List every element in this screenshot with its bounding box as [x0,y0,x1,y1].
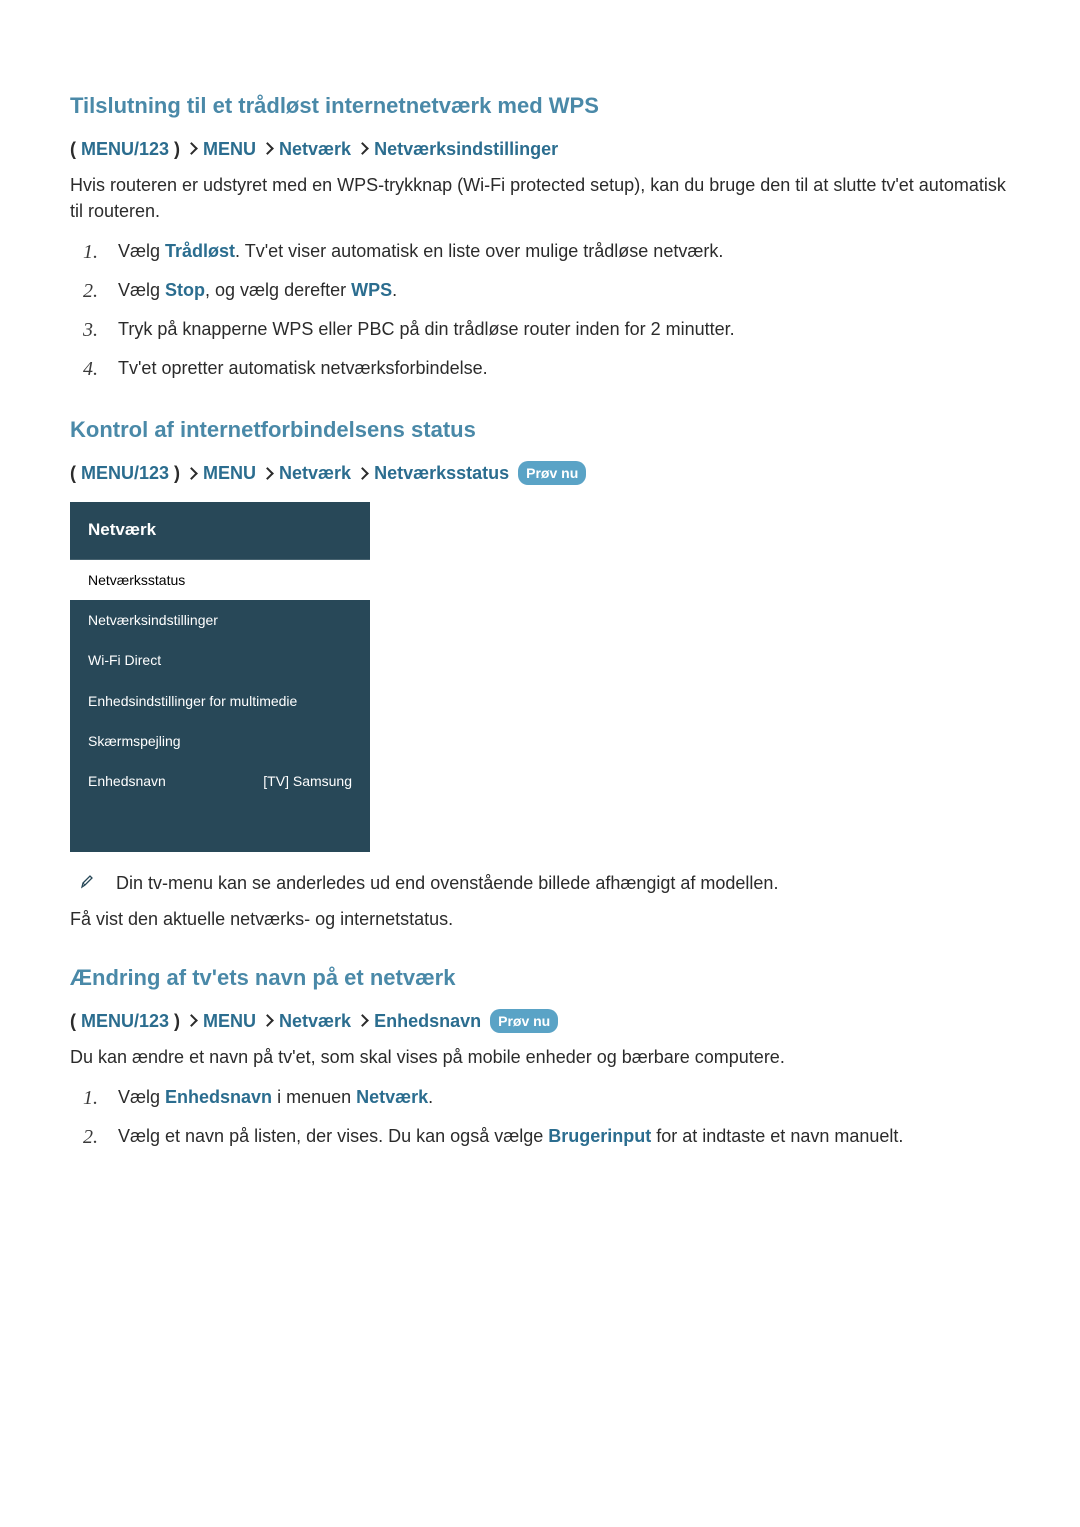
menu-item-value: [TV] Samsung [263,771,352,791]
keyword-netvaerk: Netværk [356,1087,428,1107]
chevron-right-icon [356,467,369,480]
keyword-enhedsnavn: Enhedsnavn [165,1087,272,1107]
crumb-menu: MENU [203,460,256,486]
step-text: Vælg et navn på listen, der vises. Du ka… [118,1123,903,1149]
menu-item-skaermspejling[interactable]: Skærmspejling [70,721,370,761]
menu-item-label: Enhedsindstillinger for multimedie [88,691,297,711]
list-item: 3. Tryk på knapperne WPS eller PBC på di… [80,316,1010,345]
chevron-right-icon [185,143,198,156]
tv-menu-panel: Netværk Netværksstatus Netværksindstilli… [70,502,370,851]
crumb-netvaerk: Netværk [279,1008,351,1034]
step-text: Tryk på knapperne WPS eller PBC på din t… [118,316,735,342]
breadcrumb-status: (MENU/123) MENU Netværk Netværksstatus P… [70,460,1010,486]
chevron-right-icon [356,1014,369,1027]
step-text: Tv'et opretter automatisk netværksforbin… [118,355,488,381]
step-number: 1. [80,1084,98,1113]
list-item: 2. Vælg Stop, og vælg derefter WPS. [80,277,1010,306]
keyword-traadlost: Trådløst [165,241,235,261]
step-number: 4. [80,355,98,384]
intro-name: Du kan ændre et navn på tv'et, som skal … [70,1044,1010,1070]
crumb-netvaerksindstillinger: Netværksindstillinger [374,136,558,162]
crumb-menu123: MENU/123 [81,460,169,486]
steps-wps: 1. Vælg Trådløst. Tv'et viser automatisk… [80,238,1010,384]
crumb-menu123: MENU/123 [81,136,169,162]
breadcrumb-wps: (MENU/123) MENU Netværk Netværksindstill… [70,136,1010,162]
section-title-name: Ændring af tv'ets navn på et netværk [70,962,1010,994]
crumb-enhedsnavn: Enhedsnavn [374,1008,481,1034]
note-text: Din tv-menu kan se anderledes ud end ove… [116,870,778,896]
paren-open: ( [70,136,76,162]
chevron-right-icon [185,467,198,480]
section-title-status: Kontrol af internetforbindelsens status [70,414,1010,446]
chevron-right-icon [261,467,274,480]
menu-item-label: Netværksindstillinger [88,610,218,630]
list-item: 4. Tv'et opretter automatisk netværksfor… [80,355,1010,384]
menu-item-enhedsindstillinger[interactable]: Enhedsindstillinger for multimedie [70,681,370,721]
menu-item-label: Enhedsnavn [88,771,166,791]
chevron-right-icon [261,143,274,156]
crumb-netvaerk: Netværk [279,136,351,162]
menu-item-label: Skærmspejling [88,731,181,751]
paren-open: ( [70,460,76,486]
step-text: Vælg Trådløst. Tv'et viser automatisk en… [118,238,723,264]
section-title-wps: Tilslutning til et trådløst internetnetv… [70,90,1010,122]
chevron-right-icon [261,1014,274,1027]
steps-name: 1. Vælg Enhedsnavn i menuen Netværk. 2. … [80,1084,1010,1152]
chevron-right-icon [356,143,369,156]
menu-header: Netværk [70,502,370,560]
menu-item-netvaerksindstillinger[interactable]: Netværksindstillinger [70,600,370,640]
keyword-wps: WPS [351,280,392,300]
menu-item-wifi-direct[interactable]: Wi-Fi Direct [70,640,370,680]
crumb-menu: MENU [203,136,256,162]
note-row: Din tv-menu kan se anderledes ud end ove… [80,870,1010,896]
step-text: Vælg Stop, og vælg derefter WPS. [118,277,397,303]
crumb-menu: MENU [203,1008,256,1034]
desc-status: Få vist den aktuelle netværks- og intern… [70,906,1010,932]
paren-close: ) [174,460,180,486]
crumb-netvaerk: Netværk [279,460,351,486]
menu-item-netvaerksstatus[interactable]: Netværksstatus [70,560,370,600]
keyword-stop: Stop [165,280,205,300]
keyword-brugerinput: Brugerinput [548,1126,651,1146]
step-text: Vælg Enhedsnavn i menuen Netværk. [118,1084,433,1110]
menu-item-label: Netværksstatus [88,570,185,590]
chevron-right-icon [185,1014,198,1027]
step-number: 2. [80,1123,98,1152]
paren-close: ) [174,1008,180,1034]
try-now-badge[interactable]: Prøv nu [518,461,586,485]
step-number: 3. [80,316,98,345]
menu-item-label: Wi-Fi Direct [88,650,161,670]
crumb-menu123: MENU/123 [81,1008,169,1034]
try-now-badge[interactable]: Prøv nu [490,1009,558,1033]
menu-item-enhedsnavn[interactable]: Enhedsnavn [TV] Samsung [70,761,370,801]
paren-open: ( [70,1008,76,1034]
step-number: 2. [80,277,98,306]
list-item: 1. Vælg Trådløst. Tv'et viser automatisk… [80,238,1010,267]
list-item: 2. Vælg et navn på listen, der vises. Du… [80,1123,1010,1152]
pencil-icon [80,873,94,889]
list-item: 1. Vælg Enhedsnavn i menuen Netværk. [80,1084,1010,1113]
intro-wps: Hvis routeren er udstyret med en WPS-try… [70,172,1010,224]
crumb-netvaerksstatus: Netværksstatus [374,460,509,486]
paren-close: ) [174,136,180,162]
breadcrumb-name: (MENU/123) MENU Netværk Enhedsnavn Prøv … [70,1008,1010,1034]
step-number: 1. [80,238,98,267]
